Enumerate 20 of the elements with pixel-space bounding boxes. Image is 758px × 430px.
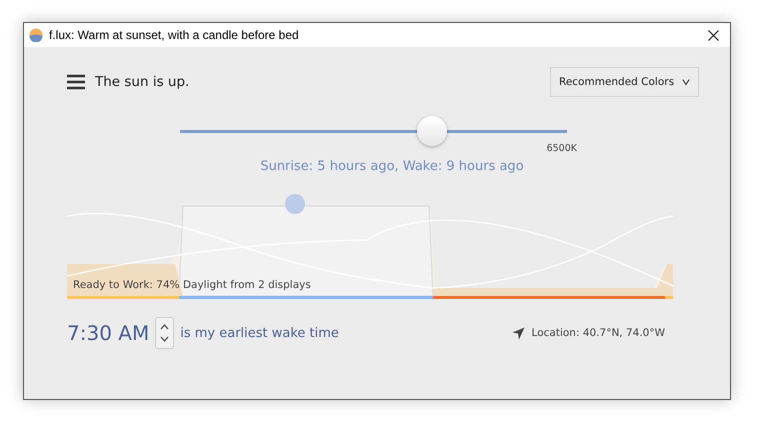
color-preset-dropdown[interactable]: Recommended Colors	[550, 67, 699, 97]
menu-icon	[67, 74, 85, 90]
slider-thumb[interactable]	[416, 116, 447, 146]
sun-info-text: Sunrise: 5 hours ago, Wake: 9 hours ago	[260, 159, 524, 174]
location-arrow-icon	[512, 326, 525, 340]
time-handle[interactable]	[285, 194, 305, 214]
menu-button[interactable]	[67, 74, 85, 90]
window-title: f.lux: Warm at sunset, with a candle before bed	[49, 28, 300, 42]
app-logo-icon	[29, 28, 43, 42]
status-text: The sun is up.	[95, 74, 190, 90]
wake-label: is my earliest wake time	[180, 326, 340, 340]
wake-time: 7:30 AM	[67, 321, 150, 345]
close-icon	[708, 30, 718, 40]
chevron-down-icon[interactable]	[160, 336, 170, 342]
time-spinner[interactable]	[155, 317, 174, 349]
location-text: Location: 40.7°N, 74.0°W	[532, 327, 665, 339]
temperature-reading: 6500K	[546, 143, 577, 154]
chevron-up-icon[interactable]	[160, 324, 170, 330]
chart-caption: Ready to Work: 74% Daylight from 2 displays	[73, 279, 311, 291]
chevron-down-icon	[682, 78, 690, 86]
